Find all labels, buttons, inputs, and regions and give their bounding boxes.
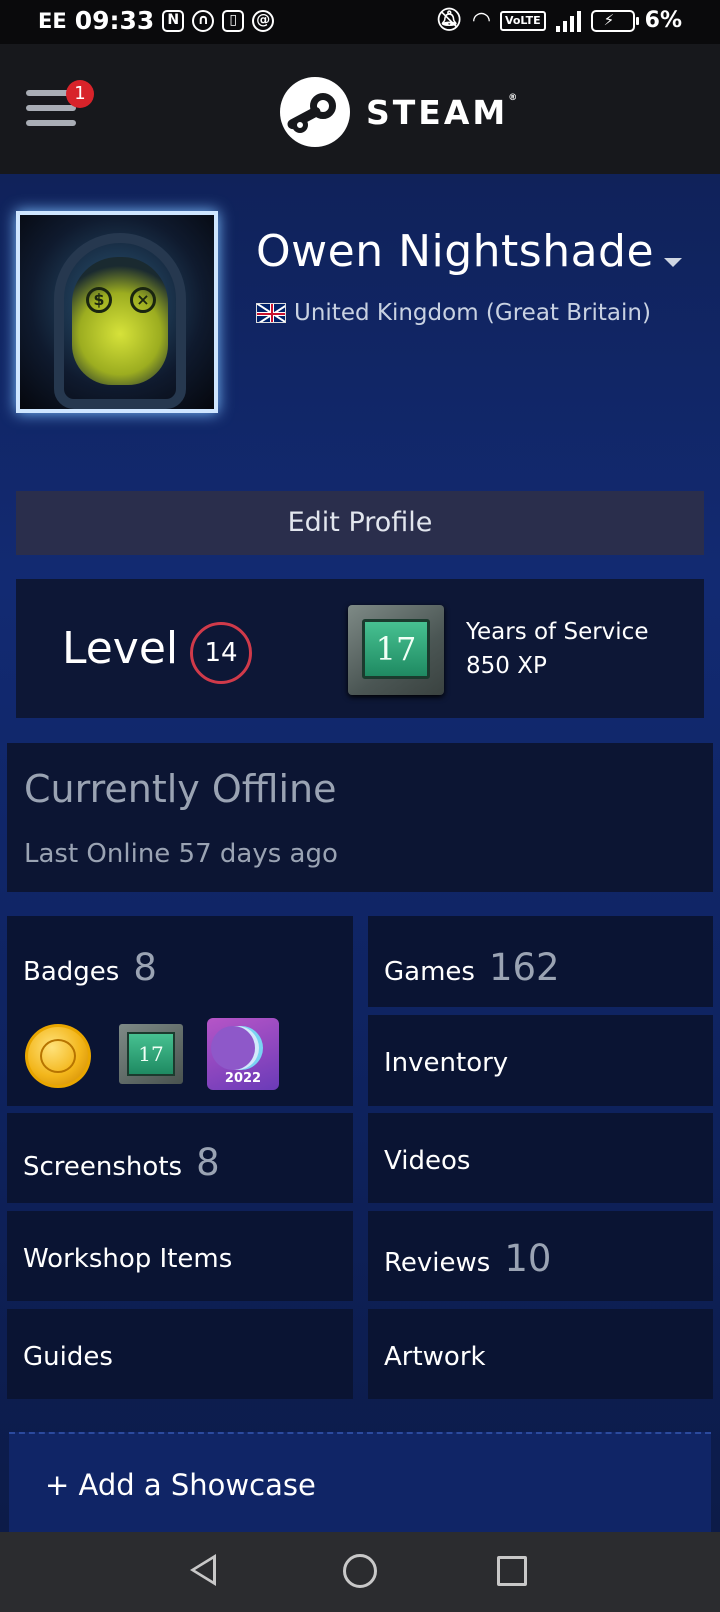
- hamburger-icon-line: [26, 105, 76, 111]
- screenshots-label-text: Screenshots: [23, 1152, 183, 1182]
- games-label-text: Games: [384, 957, 475, 987]
- workshop-items-tile[interactable]: Workshop Items: [7, 1211, 353, 1301]
- recent-apps-icon[interactable]: [497, 1556, 527, 1586]
- coin-badge-icon[interactable]: [25, 1024, 91, 1088]
- steam-logo[interactable]: STEAM®: [280, 77, 517, 147]
- reviews-label: Reviews 10: [384, 1237, 551, 1280]
- battery-icon: ⚡: [590, 9, 639, 32]
- level-panel[interactable]: Level 14 17 Years of Service 850 XP: [16, 579, 704, 718]
- edit-profile-button[interactable]: Edit Profile: [16, 491, 704, 555]
- mute-icon: 🔕︎: [435, 8, 464, 33]
- screenshots-label: Screenshots 8: [23, 1141, 220, 1184]
- app-header: 1 STEAM®: [0, 44, 720, 174]
- profile-location: United Kingdom (Great Britain): [256, 300, 651, 326]
- years-badge-number: 17: [127, 1032, 175, 1076]
- badges-count: 8: [133, 946, 157, 989]
- reviews-count: 10: [504, 1237, 552, 1280]
- clock: 09:33: [74, 6, 155, 35]
- notification-badge[interactable]: 1: [66, 80, 94, 108]
- screenshots-count: 8: [196, 1141, 220, 1184]
- level-label: Level: [62, 623, 179, 674]
- hamburger-icon-line: [26, 120, 76, 126]
- uk-flag-icon: [256, 303, 286, 323]
- guides-tile[interactable]: Guides: [7, 1309, 353, 1399]
- status-bar-left: EE 09:33 N ∩ ▯ @: [38, 6, 275, 35]
- steam-logo-icon: [280, 77, 350, 147]
- country-label: United Kingdom (Great Britain): [294, 300, 651, 326]
- nfc-icon: N: [162, 9, 185, 32]
- reviews-tile[interactable]: Reviews 10: [368, 1211, 713, 1301]
- games-tile[interactable]: Games 162: [368, 916, 713, 1007]
- status-bar: EE 09:33 N ∩ ▯ @ 🔕︎ ◠ VoLTE ⚡ 6%: [0, 0, 720, 44]
- carrier-label: EE: [38, 8, 67, 33]
- last-online-text: Last Online 57 days ago: [24, 839, 338, 869]
- headphones-icon: ∩: [192, 9, 215, 32]
- profile-username[interactable]: Owen Nightshade: [256, 226, 654, 277]
- years-of-service-badge-icon: 17: [348, 605, 444, 695]
- guides-label: Guides: [23, 1342, 113, 1372]
- avatar[interactable]: $ ×: [16, 211, 218, 413]
- status-title: Currently Offline: [24, 767, 337, 811]
- online-status-panel: Currently Offline Last Online 57 days ag…: [7, 743, 713, 892]
- steam-logo-text: STEAM®: [366, 93, 517, 132]
- badge-title: Years of Service: [466, 619, 649, 645]
- badges-label: Badges 8: [23, 946, 157, 989]
- signal-icon: [555, 10, 581, 32]
- games-count: 162: [488, 946, 560, 989]
- reviews-label-text: Reviews: [384, 1248, 491, 1278]
- videos-tile[interactable]: Videos: [368, 1113, 713, 1203]
- level-value: 14: [190, 622, 252, 684]
- artwork-label: Artwork: [384, 1342, 486, 1372]
- back-icon[interactable]: [190, 1554, 216, 1586]
- games-label: Games 162: [384, 946, 560, 989]
- steam-wordmark: STEAM: [366, 92, 509, 132]
- avatar-face: [72, 257, 168, 385]
- badges-label-text: Badges: [23, 957, 120, 987]
- avatar-eye-left: $: [86, 287, 112, 313]
- home-icon[interactable]: [343, 1554, 377, 1588]
- badge-xp: 850 XP: [466, 653, 547, 679]
- steam-2022-badge-icon[interactable]: 2022: [207, 1018, 279, 1090]
- avatar-eye-right: ×: [130, 287, 156, 313]
- badge-year: 2022: [224, 1071, 262, 1086]
- battery-saver-icon: ▯: [222, 9, 245, 32]
- battery-percent: 6%: [644, 8, 682, 33]
- registered-mark: ®: [508, 92, 518, 103]
- add-showcase-button[interactable]: + Add a Showcase: [9, 1432, 711, 1532]
- volte-icon: VoLTE: [499, 10, 546, 31]
- years-badge-icon[interactable]: 17: [119, 1024, 183, 1084]
- inventory-label: Inventory: [384, 1048, 509, 1078]
- at-icon: @: [252, 9, 275, 32]
- screenshots-tile[interactable]: Screenshots 8: [7, 1113, 353, 1203]
- videos-label: Videos: [384, 1146, 471, 1176]
- wifi-icon: ◠: [473, 8, 490, 33]
- years-of-service-number: 17: [362, 619, 430, 679]
- add-showcase-label: + Add a Showcase: [45, 1468, 316, 1502]
- status-bar-right: 🔕︎ ◠ VoLTE ⚡ 6%: [435, 8, 682, 33]
- artwork-tile[interactable]: Artwork: [368, 1309, 713, 1399]
- workshop-items-label: Workshop Items: [23, 1244, 233, 1274]
- system-nav-bar: [0, 1532, 720, 1612]
- inventory-tile[interactable]: Inventory: [368, 1015, 713, 1106]
- chevron-down-icon[interactable]: [664, 258, 682, 267]
